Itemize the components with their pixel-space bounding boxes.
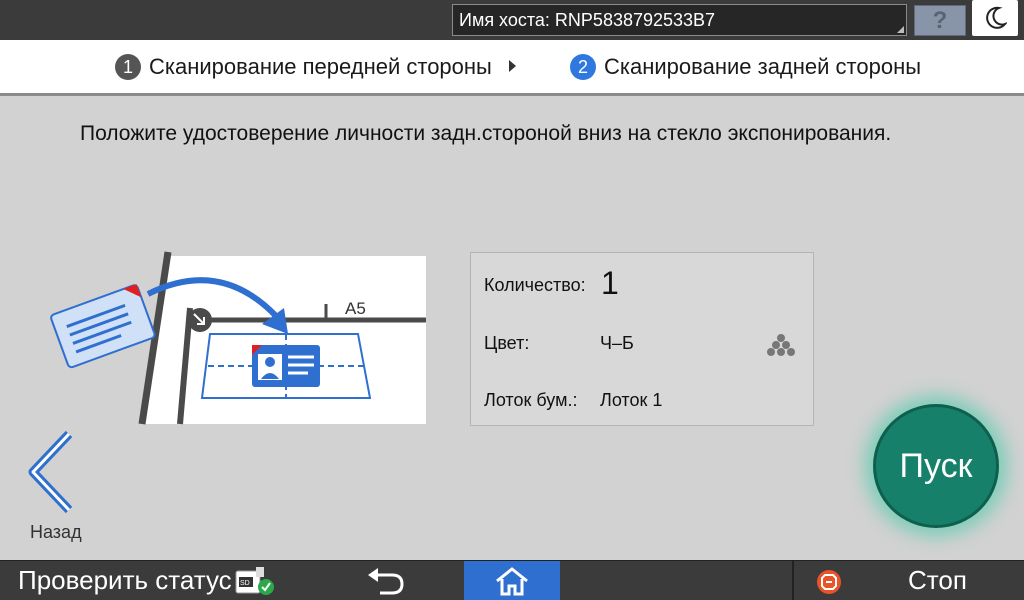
bottom-divider — [792, 561, 794, 600]
instruction-text: Положите удостоверение личности задн.сто… — [80, 122, 892, 145]
moon-icon — [986, 6, 1007, 29]
start-button[interactable]: Пуск — [873, 404, 999, 528]
svg-text:SD: SD — [240, 580, 250, 587]
quantity-value: 1 — [601, 265, 619, 301]
back-label: Назад — [30, 522, 82, 542]
check-status-button[interactable]: Проверить статус — [0, 561, 232, 600]
hostname-field[interactable]: Имя хоста: RNP5838792533B7 — [452, 4, 907, 36]
paper-tray-value: Лоток 1 — [600, 390, 663, 410]
chevron-left-icon — [28, 430, 73, 514]
toner-color-icon — [767, 334, 795, 356]
stop-button[interactable]: Стоп — [908, 561, 967, 599]
undo-arrow-icon — [368, 568, 404, 595]
id-card-placement-illustration: A5 — [40, 248, 426, 428]
step-number: 1 — [115, 54, 141, 80]
night-mode-button[interactable] — [972, 0, 1018, 36]
home-icon — [496, 567, 528, 596]
step-front-scan: 1 Сканирование передней стороны — [115, 54, 492, 80]
scan-settings-panel: Количество: 1 Цвет: Ч–Б Лоток бум.: Лото… — [470, 252, 814, 426]
step-back-scan: 2 Сканирование задней стороны — [570, 54, 921, 80]
paper-tray-label: Лоток бум.: — [484, 390, 578, 410]
expand-corner-icon — [897, 26, 904, 33]
home-button[interactable] — [464, 561, 560, 600]
stop-icon — [817, 570, 841, 594]
step-label: Сканирование задней стороны — [604, 54, 922, 79]
back-arrow-button[interactable] — [358, 563, 414, 599]
step-bar: 1 Сканирование передней стороны 2 Сканир… — [0, 40, 1024, 96]
color-label: Цвет: — [484, 333, 530, 353]
color-value: Ч–Б — [600, 333, 634, 353]
bottom-bar: Проверить статус SD Стоп — [0, 560, 1024, 600]
sd-card-icon: SD — [235, 567, 274, 595]
back-button[interactable]: Назад — [20, 426, 90, 550]
top-bar: Имя хоста: RNP5838792533B7 ? — [0, 0, 1024, 40]
paper-size-label: A5 — [345, 299, 366, 318]
step-arrow-icon — [509, 60, 516, 72]
quantity-label: Количество: — [484, 275, 586, 295]
help-button[interactable]: ? — [914, 5, 966, 36]
step-number: 2 — [570, 54, 596, 80]
step-label: Сканирование передней стороны — [149, 54, 492, 79]
hostname-text: Имя хоста: RNP5838792533B7 — [459, 10, 716, 30]
sd-card-button[interactable]: SD — [230, 563, 280, 599]
